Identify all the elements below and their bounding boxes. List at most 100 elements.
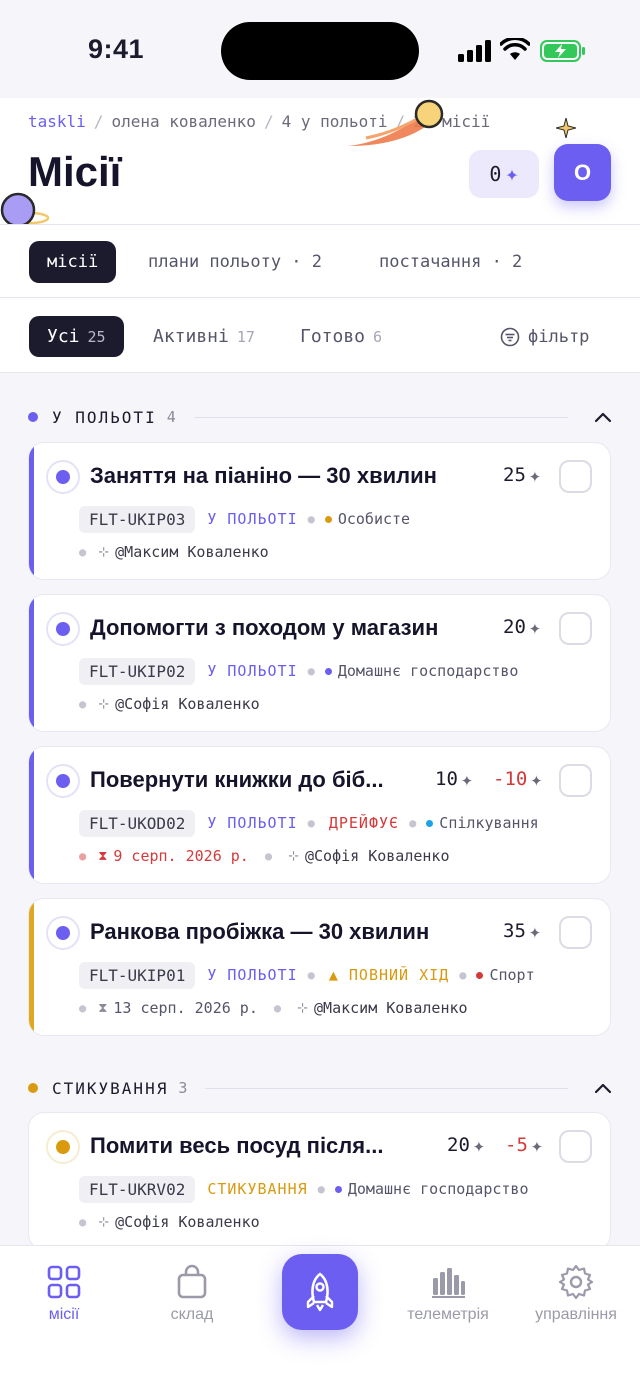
- mission-code: FLT-UKIP01: [79, 961, 196, 989]
- section-count: 3: [178, 1079, 188, 1097]
- status-indicator[interactable]: [46, 460, 80, 494]
- hourglass-icon: ⧗: [98, 848, 108, 864]
- complete-checkbox[interactable]: [559, 460, 592, 493]
- mission-card[interactable]: Допомогти з походом у магазин 20 ✦ FLT-UK…: [28, 594, 611, 732]
- assignee[interactable]: @Софія Коваленко: [115, 695, 260, 713]
- card-penalty: -10 ✦: [493, 767, 543, 791]
- nav-missions[interactable]: місії: [4, 1264, 124, 1324]
- card-meta: FLT-UKRV02 СТИКУВАННЯ ● Домашнє господар…: [79, 1175, 529, 1203]
- due-date: 9 серп. 2026 р.: [113, 847, 249, 865]
- assignee[interactable]: @Максим Коваленко: [115, 543, 269, 561]
- status-label: У ПОЛЬОТІ: [207, 510, 298, 528]
- card-title: Допомогти з походом у магазин: [90, 615, 439, 640]
- page-header: taskli / олена коваленко/4 у польоті/25 мі…: [0, 98, 640, 224]
- assignee-icon: ⊹: [288, 848, 299, 864]
- nav-storage-label: склад: [170, 1306, 214, 1323]
- mission-card[interactable]: Повернути книжки до біб... 10 ✦ -10 ✦ FLT-…: [28, 746, 611, 884]
- spark-icon: ✦: [472, 1133, 485, 1157]
- assignee-icon: ⊹: [98, 696, 110, 712]
- filter-label: фільтр: [528, 326, 590, 347]
- bar-chart-icon: [432, 1268, 465, 1298]
- spark-icon: ✦: [460, 767, 473, 791]
- card-points: 35 ✦: [503, 919, 541, 943]
- card-meta: FLT-UKIP03 У ПОЛЬОТІ ● Особисте: [79, 505, 410, 533]
- category-tag: Домашнє господарство: [334, 1180, 529, 1198]
- gear-icon: [558, 1264, 594, 1300]
- filter-active-label: Активні: [153, 326, 229, 347]
- status-indicator[interactable]: [46, 612, 80, 646]
- card-points: 20 ✦: [447, 1133, 485, 1157]
- clock: 9:41: [88, 34, 145, 64]
- card-title: Ранкова пробіжка — 30 хвилин: [90, 919, 430, 944]
- spark-icon: ✦: [528, 463, 541, 487]
- mission-code: FLT-UKIP03: [79, 505, 196, 533]
- launch-button[interactable]: [282, 1254, 358, 1330]
- breadcrumb-brand[interactable]: taskli: [28, 112, 86, 131]
- section-header-flight[interactable]: У ПОЛЬОТІ 4: [28, 405, 612, 429]
- nav-telemetry[interactable]: телеметрія: [388, 1264, 508, 1324]
- status-label: У ПОЛЬОТІ: [207, 814, 298, 832]
- filter-active-count: 17: [236, 327, 255, 346]
- avatar[interactable]: О: [554, 144, 611, 201]
- filter-done-label: Готово: [300, 326, 366, 347]
- nav-control[interactable]: управління: [516, 1264, 636, 1324]
- card-accent-bar: [29, 747, 34, 883]
- filter-bar: Усі 25 Активні 17 Готово 6 фільтр: [0, 298, 640, 373]
- complete-checkbox[interactable]: [559, 1130, 592, 1163]
- section-label: СТИКУВАННЯ: [52, 1078, 169, 1098]
- section-header-docking[interactable]: СТИКУВАННЯ 3: [28, 1076, 612, 1100]
- hourglass-icon: ⧗: [98, 1000, 108, 1016]
- nav-storage[interactable]: склад: [132, 1264, 252, 1324]
- card-title: Помити весь посуд після...: [90, 1133, 384, 1158]
- card-title: Заняття на піаніно — 30 хвилин: [90, 463, 437, 488]
- complete-checkbox[interactable]: [559, 612, 592, 645]
- drift-flag: ДРЕЙФУЄ: [328, 814, 400, 832]
- full-speed-flag: ▲ ПОВНИЙ ХІД: [328, 966, 450, 984]
- section-label: У ПОЛЬОТІ: [52, 407, 157, 427]
- card-meta-secondary: ● ⊹ @Софія Коваленко: [79, 695, 260, 713]
- section-divider: [205, 1087, 568, 1089]
- card-penalty: -5 ✦: [505, 1133, 543, 1157]
- card-accent-bar: [29, 899, 34, 1035]
- filter-active[interactable]: Активні 17: [153, 316, 255, 357]
- points-button[interactable]: 0 ✦: [469, 150, 539, 198]
- filter-all-count: 25: [87, 327, 106, 346]
- filter-button[interactable]: фільтр: [500, 316, 589, 357]
- card-points: 10 ✦: [435, 767, 473, 791]
- tab-supply[interactable]: постачання · 2: [379, 241, 522, 283]
- category-tag: Домашнє господарство: [324, 662, 518, 680]
- assignee-icon: ⊹: [98, 1214, 110, 1230]
- complete-checkbox[interactable]: [559, 916, 592, 949]
- tab-flight-plans[interactable]: плани польоту · 2: [148, 241, 322, 283]
- card-accent-bar: [29, 443, 34, 579]
- filter-icon: [500, 327, 520, 346]
- breadcrumb-user[interactable]: олена коваленко: [111, 112, 256, 131]
- status-indicator[interactable]: [46, 764, 80, 798]
- mission-code: FLT-UKIP02: [79, 657, 196, 685]
- nav-missions-label: місії: [48, 1306, 80, 1323]
- assignee[interactable]: @Софія Коваленко: [305, 847, 450, 865]
- comet-icon: [348, 99, 444, 146]
- status-indicator[interactable]: [46, 916, 80, 950]
- chevron-up-icon[interactable]: [594, 411, 612, 423]
- card-meta-secondary: ● ⊹ @Максим Коваленко: [79, 543, 269, 561]
- category-tag: Особисте: [324, 510, 410, 528]
- mission-code: FLT-UKRV02: [79, 1175, 196, 1203]
- card-meta: FLT-UKIP02 У ПОЛЬОТІ ● Домашнє господарс…: [79, 657, 518, 685]
- assignee[interactable]: @Софія Коваленко: [115, 1213, 260, 1231]
- spark-icon: ✦: [530, 1133, 543, 1157]
- mission-card[interactable]: Помити весь посуд після... 20 ✦ -5 ✦ FLT-U…: [28, 1112, 611, 1250]
- status-indicator[interactable]: [46, 1130, 80, 1164]
- spark-icon: ✦: [530, 767, 543, 791]
- complete-checkbox[interactable]: [559, 764, 592, 797]
- filter-all[interactable]: Усі 25: [29, 316, 124, 357]
- filter-done[interactable]: Готово 6: [300, 316, 382, 357]
- chevron-up-icon[interactable]: [594, 1082, 612, 1094]
- mission-card[interactable]: Ранкова пробіжка — 30 хвилин 35 ✦ FLT-UKI…: [28, 898, 611, 1036]
- status-label: У ПОЛЬОТІ: [207, 662, 298, 680]
- filter-all-label: Усі: [47, 326, 80, 347]
- section-divider: [193, 416, 568, 418]
- mission-card[interactable]: Заняття на піаніно — 30 хвилин 25 ✦ FLT-U…: [28, 442, 611, 580]
- assignee[interactable]: @Максим Коваленко: [314, 999, 468, 1017]
- tab-missions[interactable]: місії: [29, 241, 117, 283]
